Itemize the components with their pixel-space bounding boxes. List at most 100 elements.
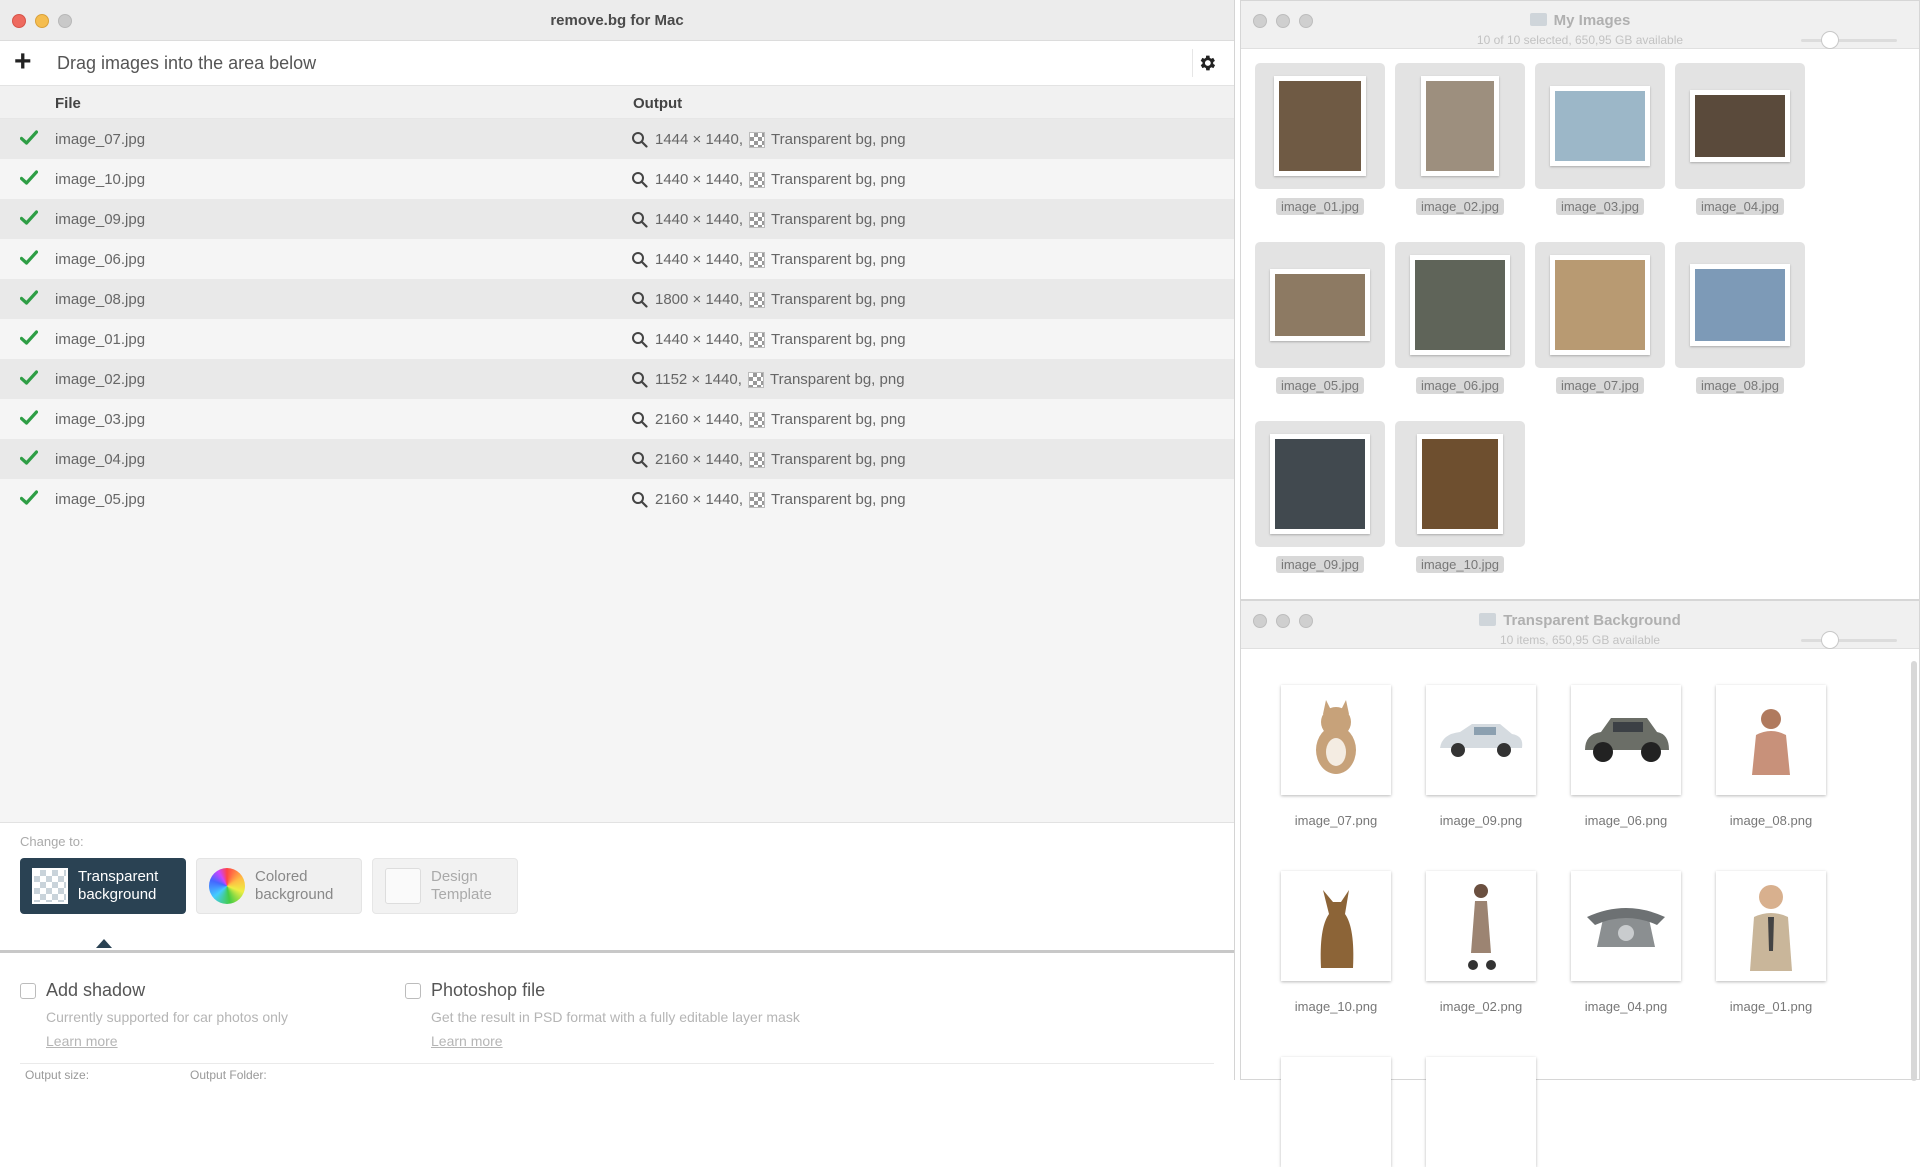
transparent-bg-icon (749, 212, 765, 228)
image-tile[interactable]: image_04.jpg (1675, 63, 1805, 216)
transparent-bg-title-text: Transparent Background (1503, 612, 1681, 629)
image-tile[interactable]: image_08.jpg (1675, 242, 1805, 395)
table-row[interactable]: image_08.jpg 1800 × 1440, Transparent bg, … (0, 279, 1234, 319)
magnifier-icon[interactable] (631, 251, 648, 272)
image-tile[interactable]: image_09.png (1416, 685, 1546, 828)
transparent-bg-zoom-slider[interactable] (1801, 631, 1897, 649)
table-row[interactable]: image_03.jpg 2160 × 1440, Transparent bg, … (0, 399, 1234, 439)
file-name: image_08.jpg (55, 291, 146, 308)
image-filename: image_10.png (1294, 999, 1378, 1014)
file-list: image_07.jpg 1444 × 1440, Transparent bg, … (0, 119, 1234, 519)
design-template-icon (385, 868, 421, 904)
thumbnail-frame (1395, 242, 1525, 368)
transparent-bg-icon (749, 492, 765, 508)
photoshop-file-label[interactable]: Photoshop file (431, 980, 545, 1001)
image-tile[interactable]: image_02.png (1416, 871, 1546, 1014)
output-dimensions: 1440 × 1440, (655, 251, 744, 268)
image-tile[interactable]: image_06.png (1561, 685, 1691, 828)
main-window: remove.bg for Mac + Drag images into the… (0, 0, 1235, 1082)
image-thumbnail (1426, 685, 1536, 795)
image-tile[interactable]: image_07.jpg (1535, 242, 1665, 395)
table-row[interactable]: image_10.jpg 1440 × 1440, Transparent bg, … (0, 159, 1234, 199)
table-row[interactable]: image_04.jpg 2160 × 1440, Transparent bg, … (0, 439, 1234, 479)
add-shadow-checkbox[interactable] (20, 983, 36, 999)
magnifier-icon[interactable] (631, 131, 648, 152)
magnifier-icon[interactable] (631, 491, 648, 512)
scrollbar[interactable] (1911, 661, 1917, 1081)
image-filename: image_07.png (1294, 813, 1378, 828)
checkmark-icon (19, 250, 39, 270)
output-format: Transparent bg, png (771, 131, 906, 148)
image-tile[interactable]: image_07.png (1271, 685, 1401, 828)
header-output[interactable]: Output (633, 95, 682, 112)
transparent-bg-icon (749, 412, 765, 428)
image-filename: image_06.jpg (1415, 377, 1505, 394)
table-row[interactable]: image_02.jpg 1152 × 1440, Transparent bg, … (0, 359, 1234, 399)
checkmark-icon (19, 450, 39, 470)
image-tile[interactable]: image_01.png (1706, 871, 1836, 1014)
magnifier-icon[interactable] (631, 331, 648, 352)
window-title: remove.bg for Mac (550, 12, 684, 29)
transparent-line2: background (78, 886, 157, 903)
image-tile[interactable] (1416, 1057, 1546, 1167)
my-images-zoom-slider[interactable] (1801, 31, 1897, 49)
my-images-zoom-knob[interactable] (1820, 31, 1839, 49)
header-file[interactable]: File (55, 95, 81, 112)
drop-bar[interactable]: + Drag images into the area below (0, 41, 1234, 86)
plus-icon[interactable]: + (14, 47, 32, 77)
image-filename: image_02.png (1439, 999, 1523, 1014)
file-name: image_04.jpg (55, 451, 146, 468)
image-tile[interactable]: image_01.jpg (1255, 63, 1385, 216)
image-tile[interactable]: image_10.jpg (1395, 421, 1525, 574)
output-format: Transparent bg, png (771, 331, 906, 348)
transparent-bg-zoom-knob[interactable] (1820, 631, 1839, 649)
image-thumbnail (1270, 434, 1370, 534)
image-tile[interactable]: image_05.jpg (1255, 242, 1385, 395)
change-to-label: Change to: (20, 834, 84, 849)
image-tile[interactable]: image_08.png (1706, 685, 1836, 828)
file-name: image_07.jpg (55, 131, 146, 148)
image-thumbnail (1690, 264, 1790, 346)
image-tile[interactable]: image_10.png (1271, 871, 1401, 1014)
image-tile[interactable]: image_04.png (1561, 871, 1691, 1014)
table-row[interactable]: image_05.jpg 2160 × 1440, Transparent bg, … (0, 479, 1234, 519)
magnifier-icon[interactable] (631, 371, 648, 392)
image-filename: image_04.jpg (1695, 198, 1785, 215)
colored-background-button[interactable]: Colored background (196, 858, 362, 914)
add-shadow-label[interactable]: Add shadow (46, 980, 145, 1001)
image-tile[interactable]: image_06.jpg (1395, 242, 1525, 395)
file-name: image_05.jpg (55, 491, 146, 508)
magnifier-icon[interactable] (631, 451, 648, 472)
table-row[interactable]: image_06.jpg 1440 × 1440, Transparent bg, … (0, 239, 1234, 279)
my-images-title-text: My Images (1553, 12, 1631, 29)
image-thumbnail (1571, 871, 1681, 981)
photoshop-learn-more-link[interactable]: Learn more (431, 1033, 503, 1049)
magnifier-icon[interactable] (631, 211, 648, 232)
image-filename: image_09.jpg (1275, 556, 1365, 573)
transparent-background-button[interactable]: Transparent background (20, 858, 186, 914)
magnifier-icon[interactable] (631, 411, 648, 432)
output-format: Transparent bg, png (771, 251, 906, 268)
photoshop-file-checkbox[interactable] (405, 983, 421, 999)
options-panel: Add shadow Currently supported for car p… (0, 950, 1234, 1082)
image-tile[interactable]: image_03.jpg (1535, 63, 1665, 216)
table-row[interactable]: image_01.jpg 1440 × 1440, Transparent bg, … (0, 319, 1234, 359)
color-wheel-icon (209, 868, 245, 904)
table-row[interactable]: image_09.jpg 1440 × 1440, Transparent bg, … (0, 199, 1234, 239)
image-tile[interactable]: image_09.jpg (1255, 421, 1385, 574)
image-filename: image_09.png (1439, 813, 1523, 828)
image-thumbnail (1550, 255, 1650, 355)
table-row[interactable]: image_07.jpg 1444 × 1440, Transparent bg, … (0, 119, 1234, 159)
image-tile[interactable]: image_02.jpg (1395, 63, 1525, 216)
gear-icon[interactable] (1192, 49, 1220, 77)
transparent-line1: Transparent (78, 868, 159, 885)
output-dimensions: 1440 × 1440, (655, 331, 744, 348)
magnifier-icon[interactable] (631, 291, 648, 312)
magnifier-icon[interactable] (631, 171, 648, 192)
design-template-button[interactable]: Design Template (372, 858, 518, 914)
checkmark-icon (19, 170, 39, 190)
image-tile[interactable] (1271, 1057, 1401, 1167)
image-thumbnail (1571, 685, 1681, 795)
output-format: Transparent bg, png (771, 291, 906, 308)
add-shadow-learn-more-link[interactable]: Learn more (46, 1033, 118, 1049)
